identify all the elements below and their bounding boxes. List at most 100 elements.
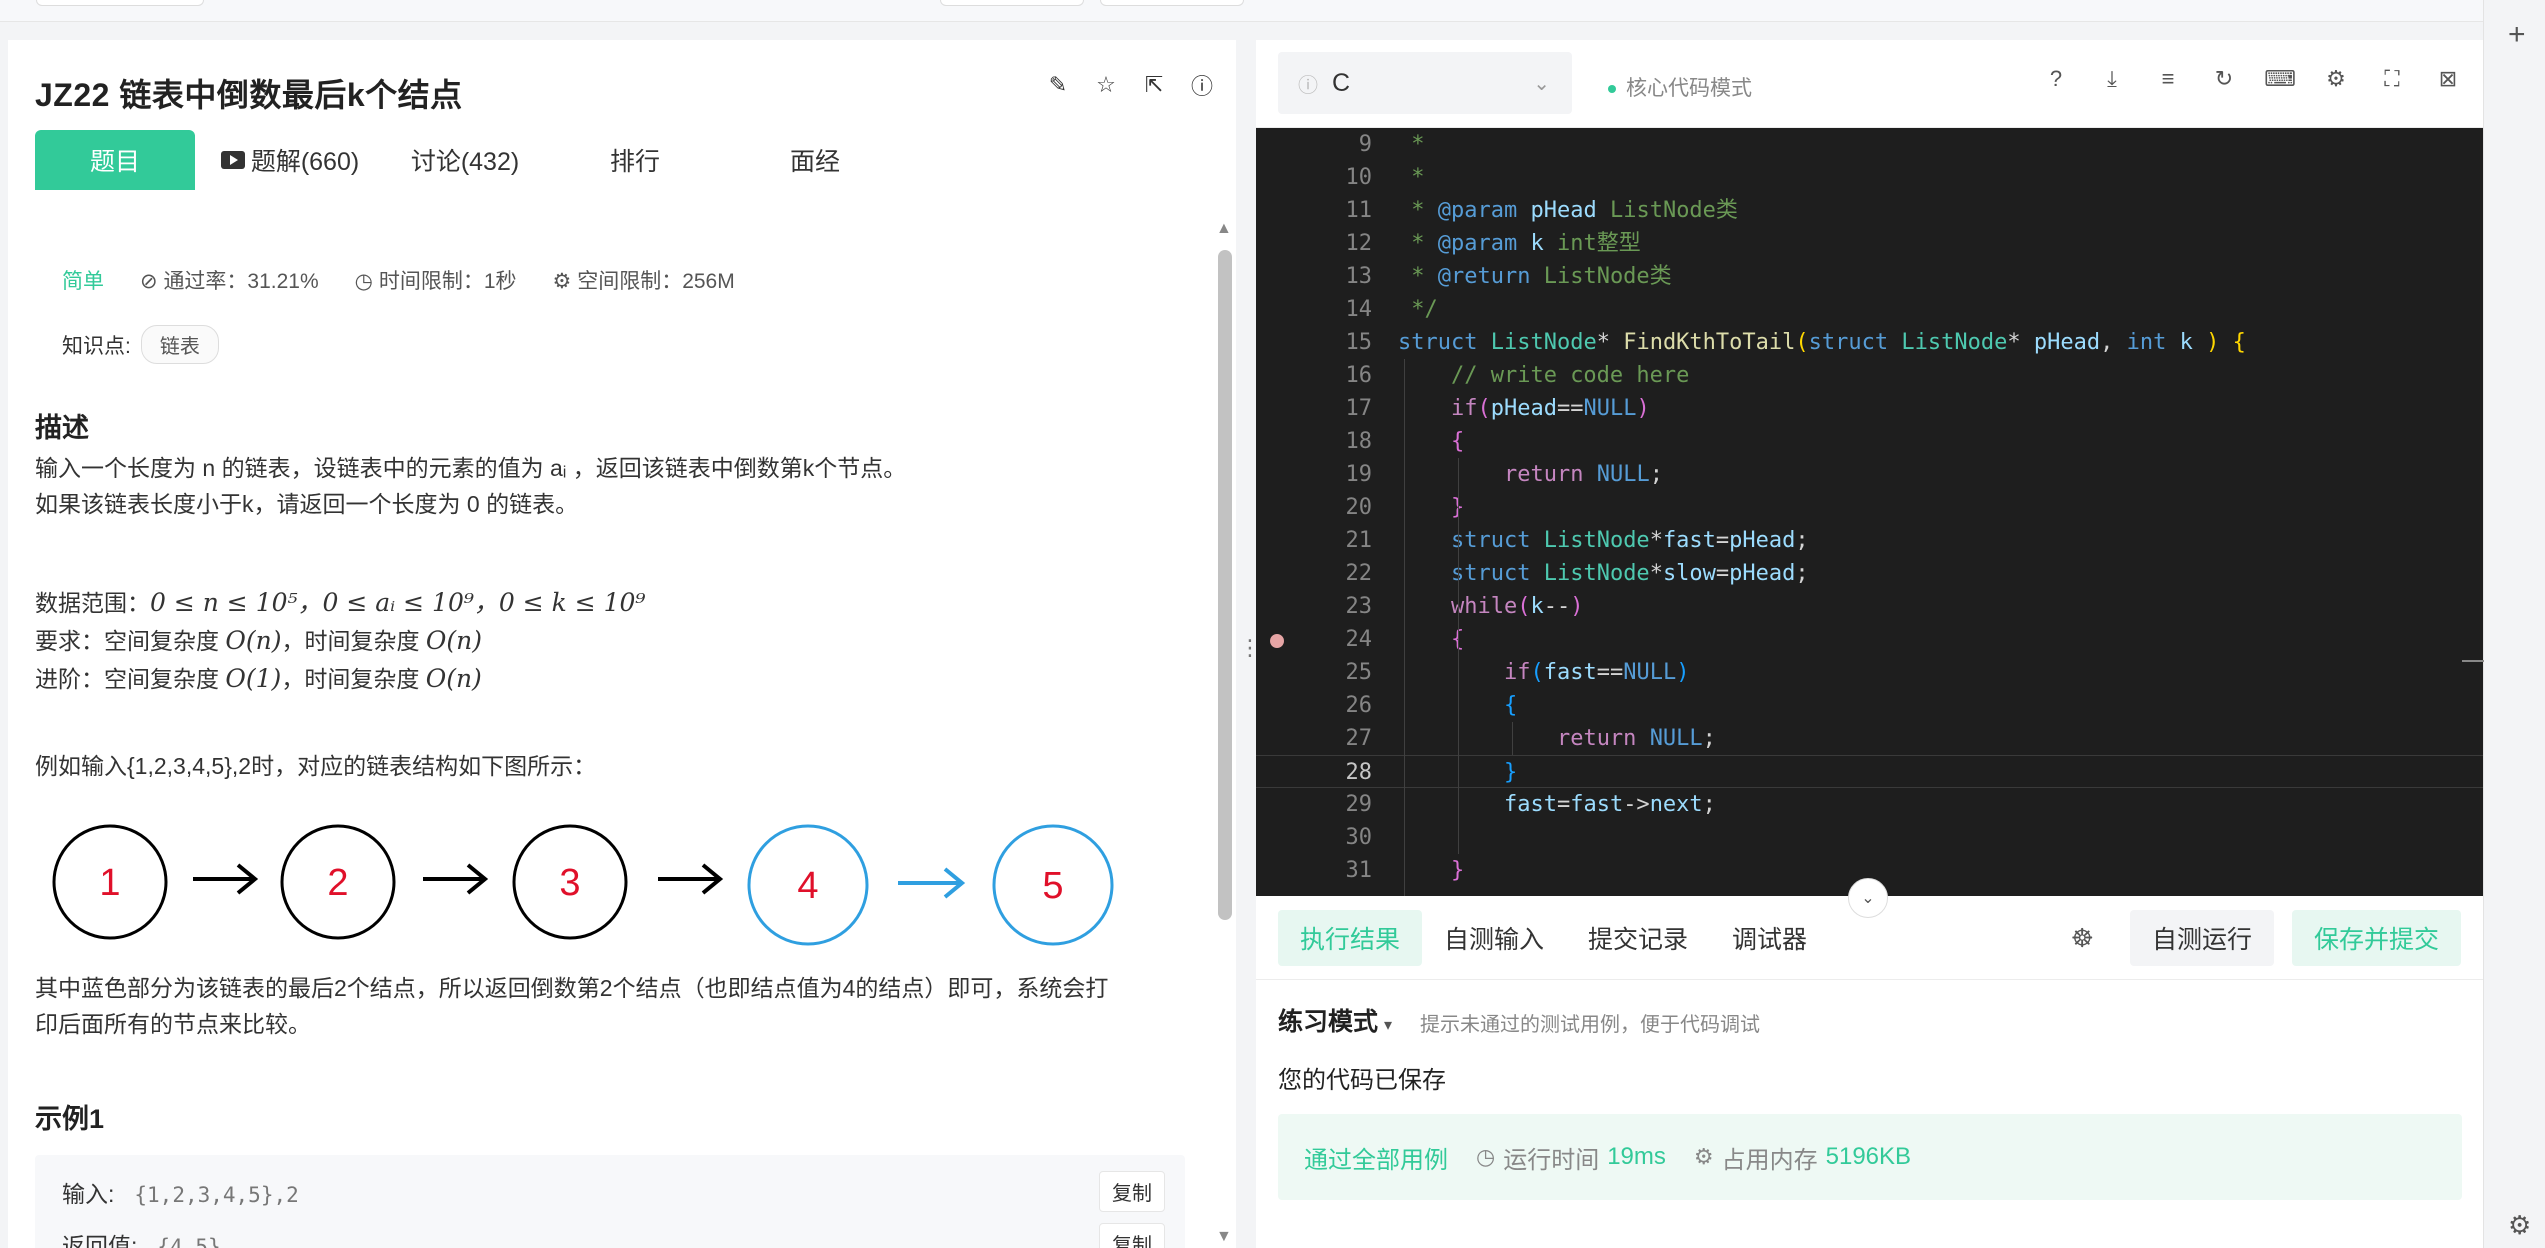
practice-mode-select[interactable]: 练习模式 ▾ (1278, 1002, 1392, 1038)
report-icon[interactable]: ⓘ (1189, 72, 1215, 99)
memory-label: 占用内存 (1721, 1146, 1818, 1174)
code-line[interactable]: 11 * @param pHead ListNode类 (1256, 194, 2483, 227)
code-line[interactable]: 23 while(k--) (1256, 590, 2483, 623)
keyboard-icon[interactable]: ⌨ (2264, 66, 2296, 92)
star-icon[interactable]: ☆ (1093, 72, 1119, 98)
line-number: 16 (1345, 363, 1373, 388)
arrow-1 (193, 863, 259, 895)
submit-button[interactable]: 保存并提交 (2291, 910, 2461, 966)
example-input-value: {1,2,3,4,5},2 (134, 1183, 299, 1207)
runtime-label: 运行时间 (1503, 1146, 1600, 1174)
format-icon[interactable]: ≡ (2155, 66, 2181, 92)
scrollbar-thumb[interactable] (1218, 250, 1232, 920)
knowledge-tag[interactable]: 链表 (140, 325, 219, 364)
fullscreen-icon[interactable]: ⛶ (2379, 66, 2405, 92)
code-text: { (1398, 623, 1464, 656)
tab-custom-input[interactable]: 自测输入 (1422, 910, 1566, 966)
video-icon (220, 151, 245, 169)
code-line[interactable]: 18 { (1256, 425, 2483, 458)
code-line[interactable]: 28 } (1256, 755, 2483, 788)
code-line[interactable]: 20 } (1256, 491, 2483, 524)
code-line[interactable]: 15 struct ListNode* FindKthToTail(struct … (1256, 326, 2483, 359)
req-label: 要求：空间复杂度 (35, 628, 226, 654)
line-number: 26 (1345, 693, 1373, 718)
self-test-button[interactable]: 自测运行 (2129, 910, 2274, 966)
code-line[interactable]: 27 return NULL; (1256, 722, 2483, 755)
language-value: C (1332, 68, 1351, 97)
knowledge-tags: 知识点: 链表 (62, 325, 219, 364)
line-number: 18 (1345, 429, 1373, 454)
tab-solutions[interactable]: 题解(660) (195, 130, 385, 190)
difficulty-badge: 简单 (62, 270, 104, 293)
code-text: * @param pHead ListNode类 (1398, 198, 1738, 223)
code-line[interactable]: 9 * (1256, 128, 2483, 161)
code-line[interactable]: 19 return NULL; (1256, 458, 2483, 491)
code-editor[interactable]: 9 * 10 * 11 * @param pHead ListNode类 12 * @… (1256, 128, 2483, 896)
code-text: * @return ListNode类 (1398, 264, 1672, 289)
settings-icon[interactable]: ⚙ (2323, 66, 2349, 92)
copy-input-button[interactable]: 复制 (1099, 1171, 1165, 1212)
bug-icon[interactable]: ☸ (2071, 923, 2094, 954)
help-icon[interactable]: ? (2043, 66, 2069, 92)
code-line[interactable]: 12 * @param k int整型 (1256, 227, 2483, 260)
tab-discussion[interactable]: 讨论(432) (385, 130, 545, 190)
problem-panel: JZ22 链表中倒数最后k个结点 ✎ ☆ ⇱ ⓘ 题目 题解(660) 讨论(4… (8, 40, 1236, 1248)
node-label-1: 1 (99, 862, 120, 904)
code-line[interactable]: 24 { (1256, 623, 2483, 656)
line-number: 22 (1345, 561, 1373, 586)
edit-icon[interactable]: ✎ (1045, 72, 1071, 98)
code-line[interactable]: 26 { (1256, 689, 2483, 722)
knowledge-label: 知识点: (62, 334, 131, 358)
code-text: return NULL; (1556, 726, 1716, 751)
indent-guide (1404, 359, 1405, 896)
tab-ranking[interactable]: 排行 (545, 130, 725, 190)
chevron-down-icon: ⌄ (1533, 72, 1550, 95)
refresh-icon[interactable]: ↻ (2211, 66, 2237, 92)
tab-submissions[interactable]: 提交记录 (1566, 910, 1710, 966)
chip-icon: ⚙ (1693, 1144, 1714, 1169)
line-number: 10 (1345, 165, 1373, 190)
code-line[interactable]: 16 // write code here (1256, 359, 2483, 392)
language-select[interactable]: ⓘ C ⌄ (1278, 52, 1572, 114)
clock-icon: ◷ (1476, 1144, 1496, 1169)
close-panel-icon[interactable]: ⊠ (2435, 66, 2461, 92)
description-line-2: 如果该链表长度小于k，请返回一个长度为 0 的链表。 (35, 491, 579, 517)
code-line[interactable]: 25 if(fast==NULL) (1256, 656, 2483, 689)
arrow-3 (658, 863, 724, 895)
page-title: JZ22 链表中倒数最后k个结点 (35, 77, 463, 113)
arrow-2 (423, 863, 489, 895)
adv-mid: ，时间复杂度 (281, 666, 426, 692)
code-text: fast=fast->next; (1503, 792, 1716, 817)
scroll-down-arrow[interactable]: ▼ (1216, 1228, 1232, 1246)
result-panel: 执行结果 自测输入 提交记录 调试器 ☸ 自测运行 保存并提交 练习模式 ▾ 提示… (1256, 896, 2483, 1248)
check-circle-icon: ⊘ (140, 270, 164, 293)
range-label: 数据范围： (35, 590, 150, 616)
code-line[interactable]: 29 fast=fast->next; (1256, 788, 2483, 821)
scroll-up-arrow[interactable]: ▲ (1216, 220, 1232, 238)
code-line[interactable]: 10 * (1256, 161, 2483, 194)
collapse-result-button[interactable]: ⌄ (1848, 878, 1888, 918)
share-icon[interactable]: ⇱ (1141, 72, 1167, 98)
tab-debugger[interactable]: 调试器 (1710, 910, 1829, 966)
download-icon[interactable]: ⤓ (2099, 66, 2125, 92)
gear-icon[interactable]: ⚙ (2508, 1210, 2531, 1241)
copy-output-button[interactable]: 复制 (1099, 1223, 1165, 1248)
tab-solutions-label: 题解(660) (250, 148, 360, 176)
tab-problem[interactable]: 题目 (35, 130, 195, 190)
code-line[interactable]: 21 struct ListNode*fast=pHead; (1256, 524, 2483, 557)
code-text: * (1398, 132, 1425, 157)
tab-result[interactable]: 执行结果 (1278, 910, 1423, 966)
editor-header: ⓘ C ⌄ 核心代码模式 ? ⤓ ≡ ↻ ⌨ ⚙ ⛶ ⊠ (1256, 40, 2483, 128)
code-line[interactable]: 30 (1256, 821, 2483, 854)
caret-down-icon: ▾ (1384, 1017, 1393, 1034)
line-number: 31 (1345, 858, 1373, 883)
tab-interview[interactable]: 面经 (725, 130, 905, 190)
code-text: if(pHead==NULL) (1450, 396, 1650, 421)
code-line[interactable]: 13 * @return ListNode类 (1256, 260, 2483, 293)
code-line[interactable]: 14 */ (1256, 293, 2483, 326)
code-line[interactable]: 22 struct ListNode*slow=pHead; (1256, 557, 2483, 590)
code-text: struct ListNode*fast=pHead; (1450, 528, 1809, 553)
mode-dot (1608, 85, 1616, 94)
code-line[interactable]: 17 if(pHead==NULL) (1256, 392, 2483, 425)
plus-icon[interactable]: + (2508, 18, 2526, 52)
